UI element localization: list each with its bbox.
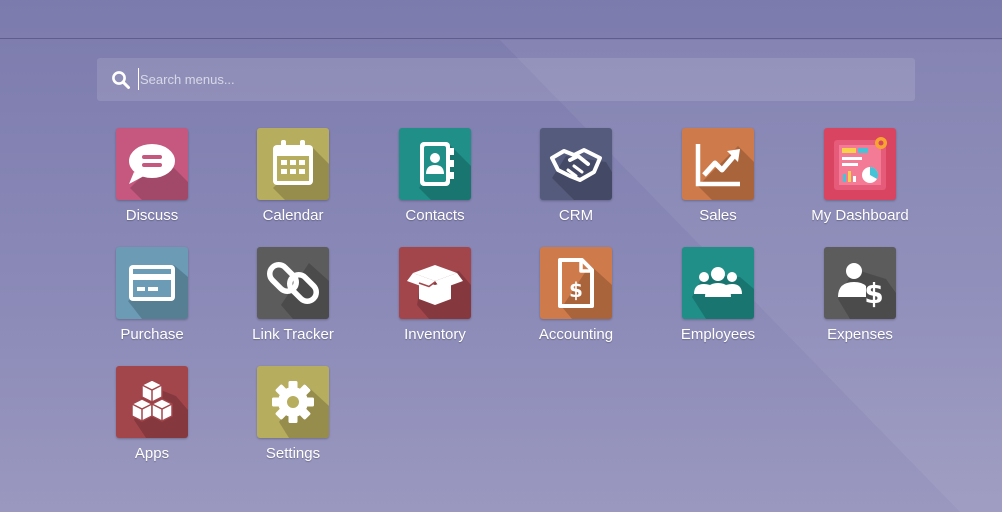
app-label: My Dashboard xyxy=(811,207,909,224)
app-tile[interactable] xyxy=(257,128,329,200)
app-tile[interactable] xyxy=(824,128,896,200)
app-calendar[interactable]: Calendar xyxy=(222,128,364,232)
app-discuss[interactable]: Discuss xyxy=(81,128,223,232)
calendar-icon xyxy=(273,140,313,185)
cubes-icon xyxy=(131,379,173,422)
people-group-icon xyxy=(694,267,742,297)
app-label: Discuss xyxy=(125,207,179,224)
dashboard-icon xyxy=(834,137,887,190)
app-tile[interactable] xyxy=(682,128,754,200)
gear-icon xyxy=(272,381,314,423)
app-tile[interactable] xyxy=(116,366,188,438)
svg-text:$: $ xyxy=(864,277,883,310)
app-label: Apps xyxy=(134,445,170,462)
app-tile[interactable] xyxy=(116,128,188,200)
app-label: Settings xyxy=(265,445,321,462)
app-label: Accounting xyxy=(538,326,614,343)
user-dollar-icon: $ xyxy=(838,263,884,310)
app-label: Link Tracker xyxy=(252,326,334,343)
app-tile[interactable] xyxy=(116,247,188,319)
app-link-tracker[interactable]: Link Tracker xyxy=(222,247,364,351)
top-navbar xyxy=(0,0,1002,39)
app-label: Sales xyxy=(699,207,737,224)
app-tile[interactable]: $ xyxy=(540,247,612,319)
search-bar[interactable] xyxy=(97,58,915,101)
app-label: CRM xyxy=(558,207,594,224)
search-input[interactable] xyxy=(138,68,900,90)
app-tile[interactable] xyxy=(682,247,754,319)
app-accounting[interactable]: $ Accounting xyxy=(505,247,647,351)
open-box-icon xyxy=(407,265,463,305)
app-tile[interactable] xyxy=(399,128,471,200)
svg-text:$: $ xyxy=(569,278,583,302)
app-crm[interactable]: CRM xyxy=(505,128,647,232)
trend-chart-icon xyxy=(695,144,740,187)
app-tile[interactable] xyxy=(540,128,612,200)
app-label: Purchase xyxy=(120,326,184,343)
app-tile[interactable] xyxy=(257,366,329,438)
search-icon xyxy=(112,71,130,89)
app-contacts[interactable]: Contacts xyxy=(364,128,506,232)
app-expenses[interactable]: $ Expenses xyxy=(789,247,931,351)
speech-bubble-icon xyxy=(129,144,175,184)
app-purchase[interactable]: Purchase xyxy=(81,247,223,351)
app-settings[interactable]: Settings xyxy=(222,366,364,470)
invoice-dollar-icon: $ xyxy=(558,258,594,308)
app-label: Calendar xyxy=(262,207,324,224)
app-label: Employees xyxy=(680,326,756,343)
app-sales[interactable]: Sales xyxy=(647,128,789,232)
app-label: Contacts xyxy=(405,207,465,224)
credit-card-icon xyxy=(129,265,175,301)
app-tile[interactable]: $ xyxy=(824,247,896,319)
app-inventory[interactable]: Inventory xyxy=(364,247,506,351)
app-tile[interactable] xyxy=(257,247,329,319)
handshake-icon xyxy=(550,148,602,182)
chain-link-icon xyxy=(267,262,319,304)
app-my-dashboard[interactable]: My Dashboard xyxy=(789,128,931,232)
app-tile[interactable] xyxy=(399,247,471,319)
address-book-icon xyxy=(420,142,454,186)
app-label: Inventory xyxy=(404,326,466,343)
app-label: Expenses xyxy=(827,326,893,343)
app-apps[interactable]: Apps xyxy=(81,366,223,470)
app-employees[interactable]: Employees xyxy=(647,247,789,351)
